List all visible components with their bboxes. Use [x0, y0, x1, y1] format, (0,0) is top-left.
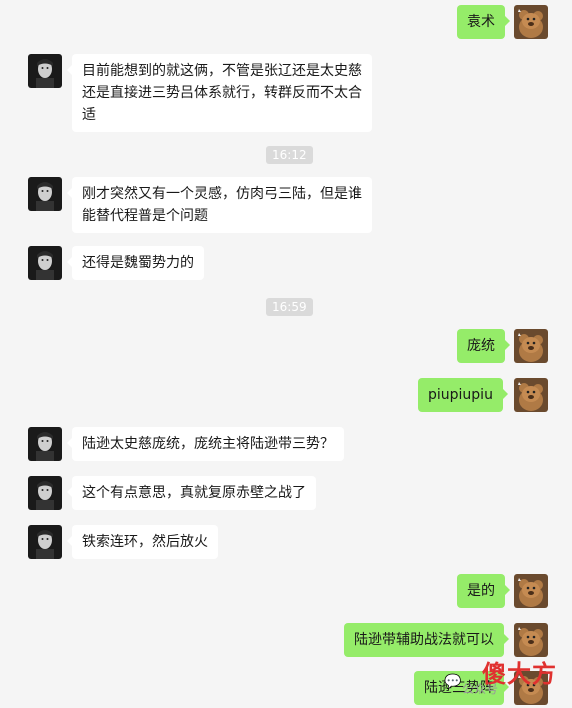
- watermark: 💬 公众号 傻大方: [440, 652, 570, 702]
- contact-avatar[interactable]: [28, 54, 62, 88]
- message-bubble-self[interactable]: piupiupiu: [418, 378, 508, 412]
- message-bubble-self[interactable]: 是的: [457, 574, 510, 608]
- message-bubble-self[interactable]: 袁术: [457, 5, 510, 39]
- self-avatar[interactable]: [514, 378, 548, 412]
- contact-avatar[interactable]: [28, 246, 62, 280]
- message-bubble-other[interactable]: 刚才突然又有一个灵感，仿肉弓三陆，但是谁能替代程普是个问题: [67, 177, 372, 233]
- self-avatar[interactable]: [514, 574, 548, 608]
- timestamp: 16:12: [266, 146, 313, 164]
- contact-avatar[interactable]: [28, 476, 62, 510]
- contact-avatar[interactable]: [28, 177, 62, 211]
- wechat-icon: 💬: [444, 674, 462, 690]
- message-bubble-other[interactable]: 目前能想到的就这俩，不管是张辽还是太史慈还是直接进三势吕体系就行，转群反而不太合…: [67, 54, 372, 132]
- message-bubble-other[interactable]: 陆逊太史慈庞统，庞统主将陆逊带三势？: [67, 427, 344, 461]
- message-bubble-other[interactable]: 还得是魏蜀势力的: [67, 246, 204, 280]
- self-avatar[interactable]: [514, 329, 548, 363]
- contact-avatar[interactable]: [28, 427, 62, 461]
- timestamp: 16:59: [266, 298, 313, 316]
- message-bubble-self[interactable]: 庞统: [457, 329, 510, 363]
- self-avatar[interactable]: [514, 5, 548, 39]
- watermark-brand: 傻大方: [482, 660, 557, 688]
- contact-avatar[interactable]: [28, 525, 62, 559]
- message-bubble-other[interactable]: 铁索连环，然后放火: [67, 525, 218, 559]
- message-bubble-other[interactable]: 这个有点意思，真就复原赤壁之战了: [67, 476, 316, 510]
